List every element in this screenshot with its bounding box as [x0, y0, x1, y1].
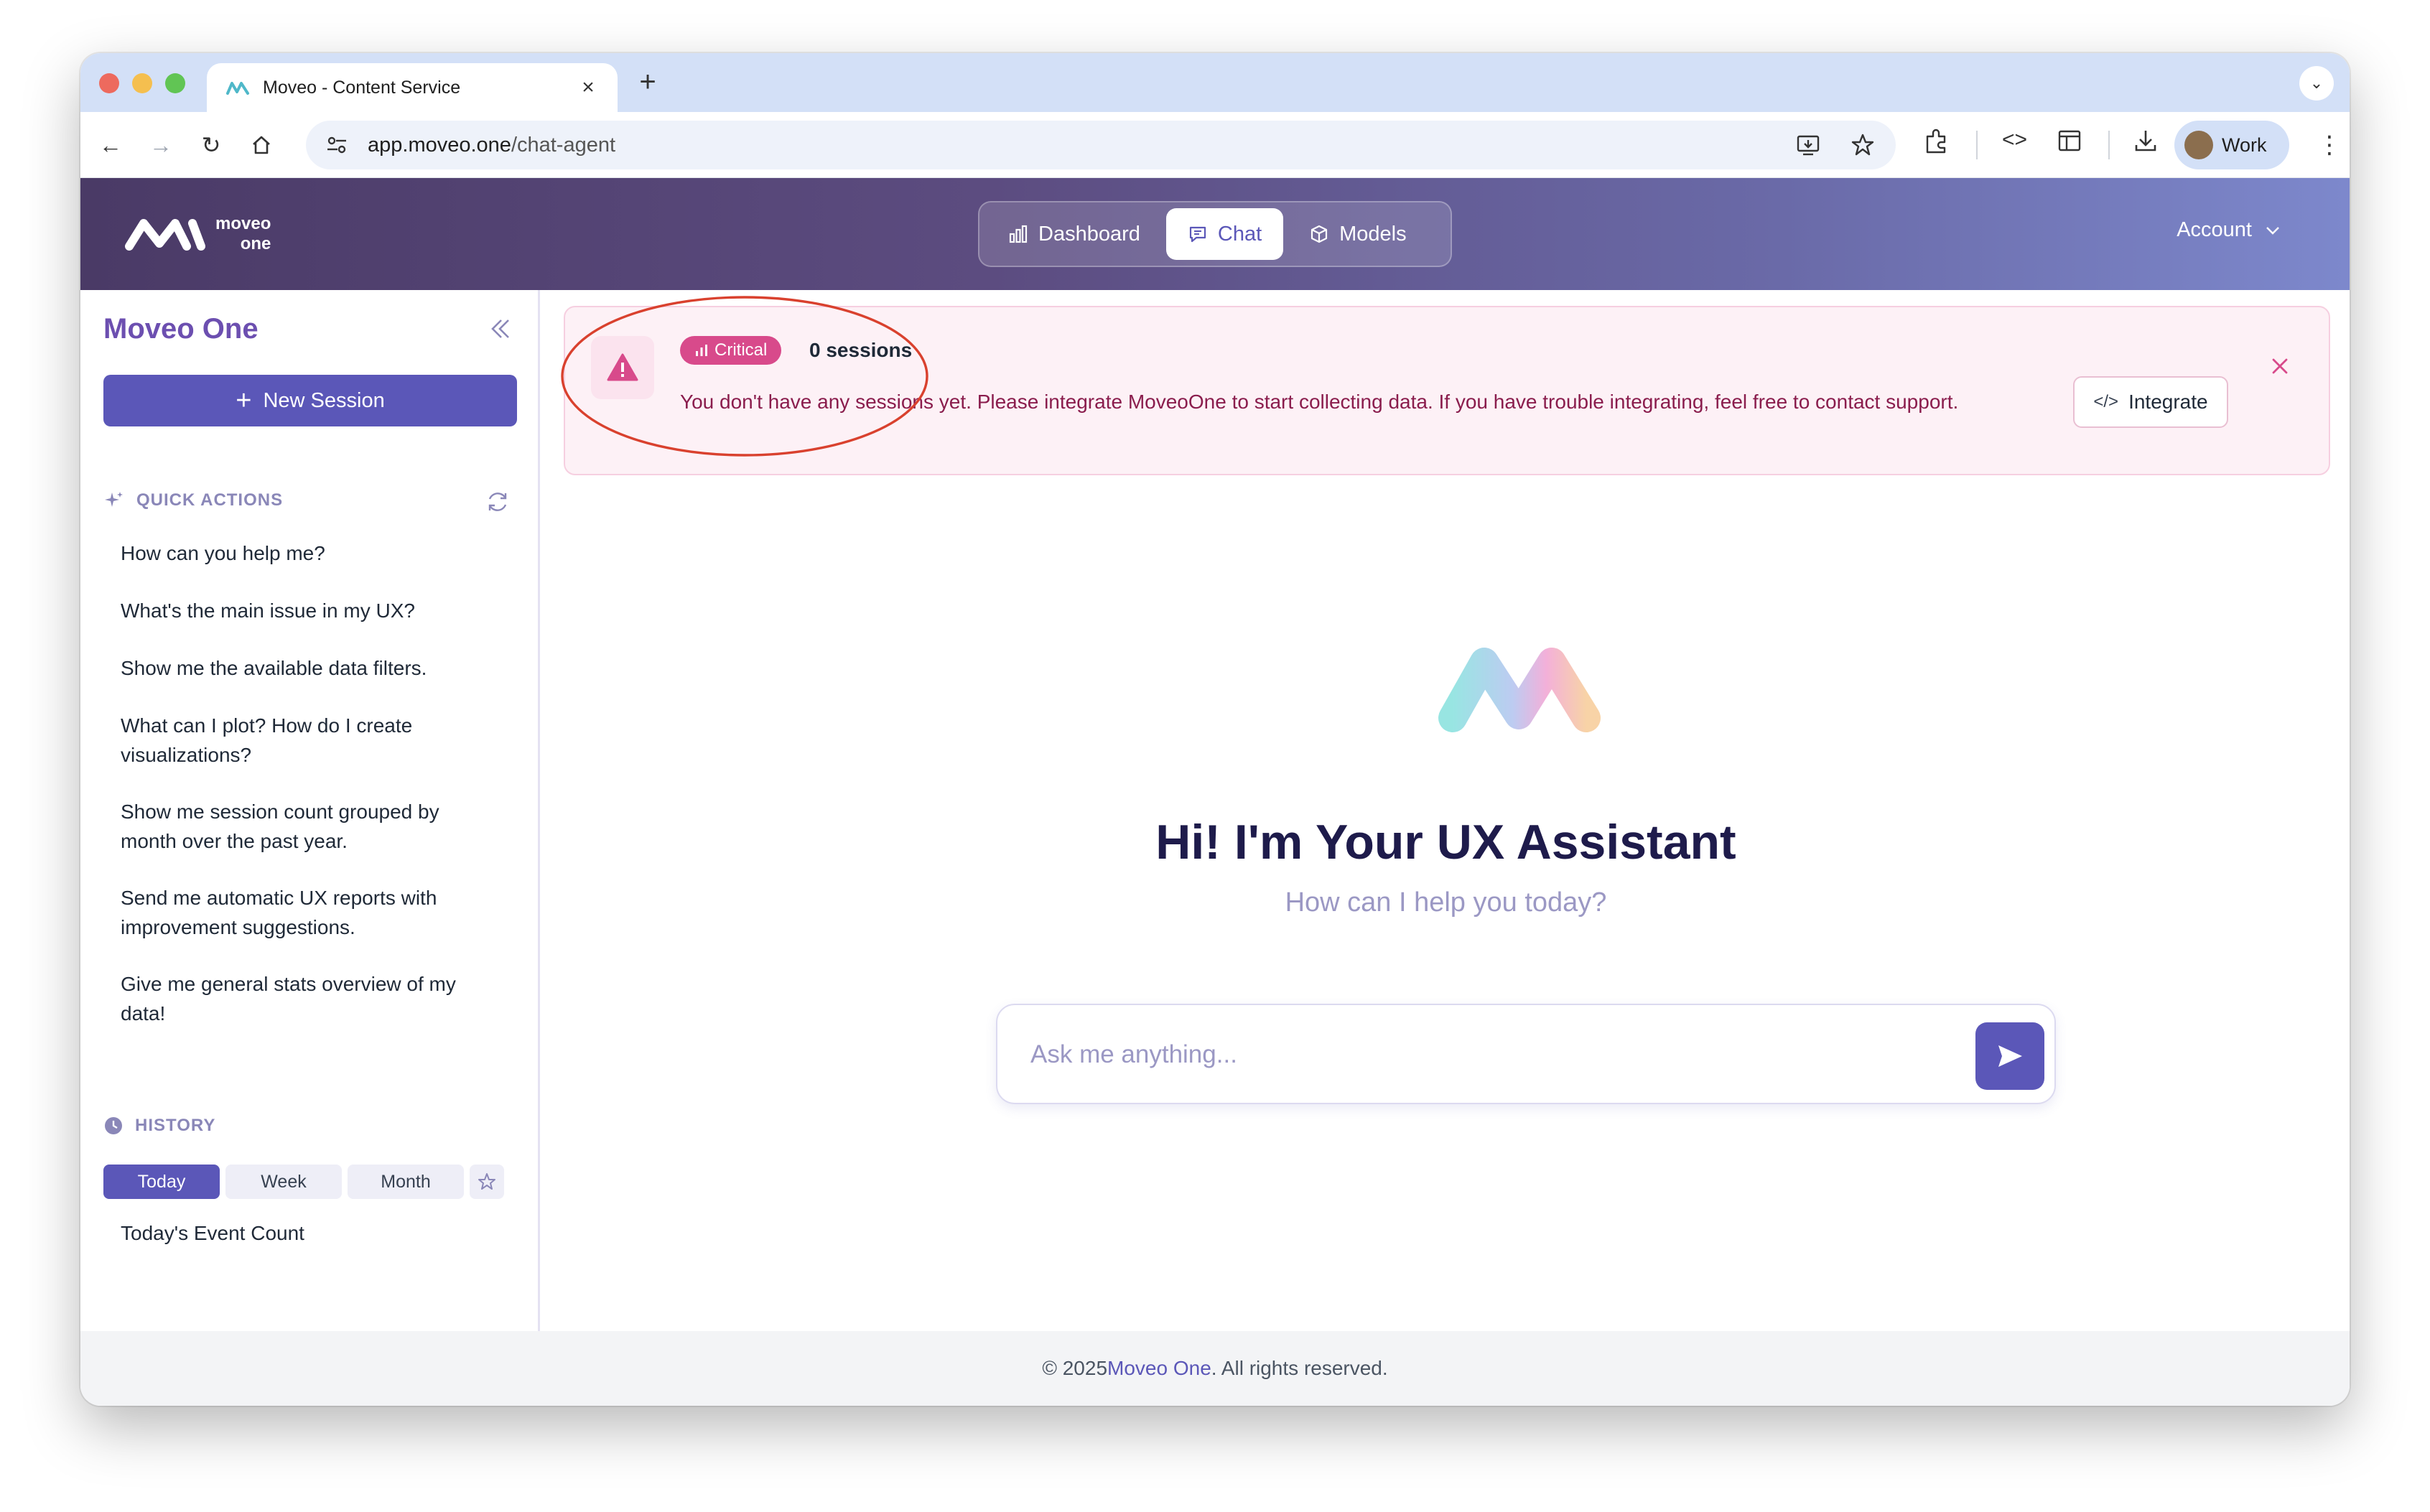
cube-icon	[1311, 225, 1328, 243]
quick-action-item[interactable]: What can I plot? How do I create visuali…	[121, 711, 451, 770]
app-header: moveo one Dashboard Chat Models Account	[80, 178, 2350, 290]
nav-models-label: Models	[1339, 222, 1407, 246]
history-tab-today[interactable]: Today	[103, 1165, 220, 1199]
quick-action-item[interactable]: Send me automatic UX reports with improv…	[121, 883, 472, 942]
close-window-button[interactable]	[99, 73, 119, 93]
history-item[interactable]: Today's Event Count	[121, 1222, 304, 1245]
bar-chart-icon	[1009, 225, 1028, 243]
nav-dashboard-label: Dashboard	[1038, 222, 1140, 246]
chevron-down-icon	[2266, 226, 2279, 235]
quick-action-item[interactable]: How can you help me?	[121, 538, 494, 568]
history-header: HISTORY	[103, 1116, 215, 1136]
toolbar-divider	[1976, 131, 1978, 159]
sidebar: Moveo One + New Session QUICK ACTIONS Ho…	[80, 290, 540, 1331]
browser-menu-icon[interactable]: ⋮	[2315, 128, 2344, 162]
browser-toolbar: ← → ↻ app.moveo.one/chat-agent <> Work ⋮	[80, 112, 2350, 178]
quick-actions-header: QUICK ACTIONS	[103, 490, 283, 511]
nav-chat-label: Chat	[1217, 222, 1262, 246]
address-bar[interactable]: app.moveo.one/chat-agent	[306, 121, 1896, 169]
browser-tab-active[interactable]: Moveo - Content Service ×	[207, 63, 618, 112]
nav-chat[interactable]: Chat	[1165, 208, 1284, 260]
quick-action-item[interactable]: Give me general stats overview of my dat…	[121, 969, 458, 1028]
main-nav: Dashboard Chat Models	[978, 201, 1452, 267]
logo-text: moveo one	[215, 214, 271, 253]
moveo-logo-icon	[125, 219, 205, 251]
minimize-window-button[interactable]	[132, 73, 152, 93]
history-tab-month[interactable]: Month	[348, 1165, 464, 1199]
account-label: Account	[2177, 218, 2252, 241]
quick-action-item[interactable]: Show me session count grouped by month o…	[121, 797, 472, 856]
history-tabs: Today Week Month	[103, 1165, 504, 1199]
profile-chip[interactable]: Work	[2174, 121, 2289, 169]
browser-window: Moveo - Content Service × + ⌄ ← → ↻ app.…	[80, 53, 2350, 1406]
forward-arrow-icon[interactable]: →	[145, 129, 177, 161]
close-icon[interactable]	[2266, 352, 2294, 381]
integrate-button[interactable]: </> Integrate	[2073, 376, 2228, 428]
chat-main: Critical 0 sessions You don't have any s…	[542, 290, 2350, 1331]
bookmark-star-icon[interactable]	[1848, 131, 1877, 159]
sidebar-title: Moveo One	[103, 313, 259, 345]
collapse-sidebar-icon[interactable]	[485, 314, 514, 343]
tab-title: Moveo - Content Service	[263, 77, 461, 98]
nav-dashboard[interactable]: Dashboard	[987, 208, 1162, 260]
downloads-icon[interactable]	[2133, 128, 2159, 154]
tab-search-chevron-icon[interactable]: ⌄	[2299, 66, 2334, 101]
nav-models[interactable]: Models	[1288, 208, 1428, 260]
reload-icon[interactable]: ↻	[195, 129, 227, 161]
moveo-logo[interactable]: moveo one	[124, 214, 271, 254]
refresh-icon[interactable]	[485, 490, 510, 514]
account-menu[interactable]: Account	[2177, 218, 2281, 242]
code-icon: </>	[2093, 392, 2119, 411]
new-session-button[interactable]: + New Session	[103, 375, 517, 426]
hero-subtitle: How can I help you today?	[1285, 887, 1607, 918]
extensions-puzzle-icon[interactable]	[1923, 128, 1950, 155]
url-text: app.moveo.one/chat-agent	[368, 133, 616, 157]
footer-brand-link[interactable]: Moveo One	[1107, 1357, 1211, 1380]
quick-action-item[interactable]: What's the main issue in my UX?	[121, 596, 494, 625]
clock-icon	[105, 1117, 122, 1134]
plus-icon: +	[236, 386, 252, 416]
red-annotation-ellipse	[561, 296, 928, 457]
send-arrow-icon	[1998, 1045, 2022, 1067]
quick-action-item[interactable]: Show me the available data filters.	[121, 653, 494, 683]
toolbar-divider	[2108, 131, 2110, 159]
devtools-code-icon[interactable]: <>	[2002, 128, 2027, 152]
site-settings-icon[interactable]	[325, 133, 349, 157]
home-icon[interactable]	[246, 129, 277, 161]
browser-tab-bar: Moveo - Content Service × + ⌄	[80, 53, 2350, 112]
avatar	[2184, 131, 2213, 159]
moveo-favicon-icon	[226, 82, 249, 95]
new-session-label: New Session	[263, 388, 385, 412]
profile-label: Work	[2222, 134, 2267, 156]
hero-title: Hi! I'm Your UX Assistant	[1155, 815, 1736, 869]
send-button[interactable]	[1975, 1022, 2044, 1090]
tab-close-icon[interactable]: ×	[577, 75, 599, 100]
maximize-window-button[interactable]	[165, 73, 185, 93]
history-tab-week[interactable]: Week	[225, 1165, 342, 1199]
back-arrow-icon[interactable]: ←	[95, 129, 126, 161]
new-tab-icon[interactable]: +	[633, 67, 662, 96]
favorites-star-icon[interactable]	[470, 1165, 504, 1199]
sparkle-icon	[105, 492, 123, 507]
moveo-hero-logo-icon	[1438, 648, 1601, 732]
footer: © 2025 Moveo One . All rights reserved.	[80, 1331, 2350, 1406]
chat-input[interactable]	[1030, 1031, 1964, 1078]
chat-input-box	[996, 1004, 2056, 1104]
chat-bubble-icon	[1189, 226, 1206, 243]
install-app-icon[interactable]	[1794, 131, 1822, 159]
side-panel-icon[interactable]	[2057, 128, 2082, 154]
